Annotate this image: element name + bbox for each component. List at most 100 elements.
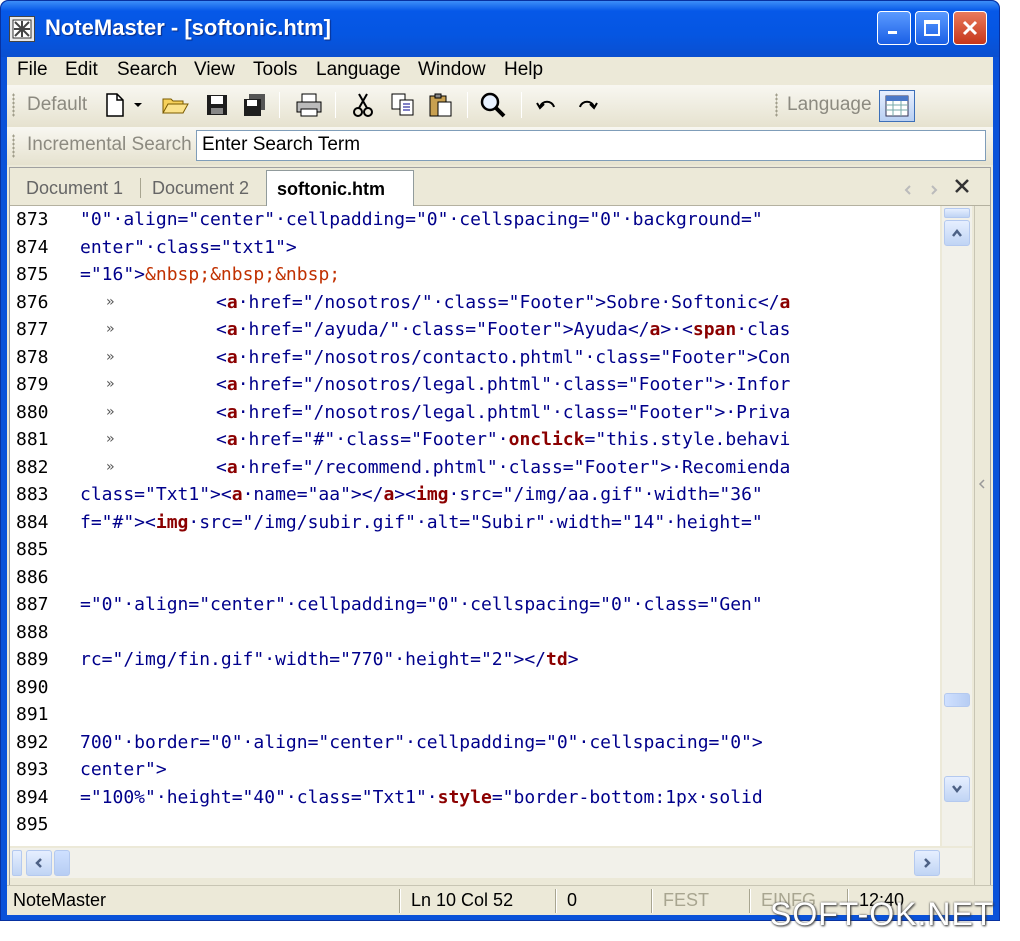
code-line[interactable]: 877 » <a·href="/ayuda/"·class="Footer">Ayu… <box>10 316 940 343</box>
code-line[interactable]: 890 <box>10 674 940 701</box>
tab-scroll-left-button[interactable] <box>902 181 914 200</box>
default-profile-label[interactable]: Default <box>27 94 87 116</box>
line-number: 887 <box>16 594 49 615</box>
line-text: center"> <box>80 759 167 780</box>
tab-marker-icon: » <box>106 321 115 337</box>
cut-button[interactable] <box>349 91 377 119</box>
tab-scroll-right-button[interactable] <box>928 181 940 200</box>
line-number: 883 <box>16 484 49 505</box>
line-text: ="0"·align="center"·cellpadding="0"·cell… <box>80 594 763 615</box>
code-line[interactable]: 893 center"> <box>10 756 940 783</box>
maximize-icon <box>924 20 940 36</box>
code-line[interactable]: 879 » <a·href="/nosotros/legal.phtml"·clas… <box>10 371 940 398</box>
horizontal-scrollbar[interactable] <box>10 848 972 878</box>
toolbar-grip[interactable] <box>12 134 15 158</box>
magnifier-icon <box>480 92 506 118</box>
copy-icon <box>391 93 414 116</box>
menu-tools[interactable]: Tools <box>253 59 297 81</box>
menu-file[interactable]: File <box>17 59 48 81</box>
open-button[interactable] <box>161 91 189 119</box>
language-select-button[interactable] <box>879 90 915 122</box>
tab-marker-icon: » <box>106 293 115 310</box>
title-bar[interactable]: NoteMaster - [softonic.htm] <box>1 1 999 57</box>
code-line[interactable]: 873 "0"·align="center"·cellpadding="0"·ce… <box>10 206 940 233</box>
chevron-right-icon <box>931 185 938 195</box>
code-line[interactable]: 895 <box>10 811 940 838</box>
close-tab-button[interactable] <box>954 178 970 198</box>
undo-button[interactable] <box>533 91 561 119</box>
scroll-thumb[interactable] <box>944 693 970 707</box>
tab-document-1[interactable]: Document 1 <box>26 178 123 199</box>
menu-language[interactable]: Language <box>316 59 401 81</box>
line-number: 894 <box>16 786 49 808</box>
app-window: NoteMaster - [softonic.htm] File Edit Se… <box>0 0 1000 921</box>
code-line[interactable]: 891 <box>10 701 940 728</box>
code-line[interactable]: 881 » <a·href="#"·class="Footer"·onclick="… <box>10 426 940 453</box>
scroll-up-button[interactable] <box>944 220 970 246</box>
code-line[interactable]: 875 ="16">&nbsp;&nbsp;&nbsp; <box>10 261 940 288</box>
line-text: <a·href="/nosotros/legal.phtml"·class="F… <box>216 401 791 423</box>
line-text: ="100%"·height="40"·class="Txt1"·style="… <box>80 786 763 808</box>
code-line[interactable]: 889 rc="/img/fin.gif"·width="770"·height=… <box>10 646 940 673</box>
maximize-button[interactable] <box>915 11 949 45</box>
tab-document-2[interactable]: Document 2 <box>152 178 249 199</box>
line-number: 890 <box>16 676 49 698</box>
new-dropdown-button[interactable] <box>131 91 145 119</box>
code-line[interactable]: 876 » <a·href="/nosotros/"·class="Footer">… <box>10 289 940 316</box>
code-line[interactable]: 886 <box>10 564 940 591</box>
paste-button[interactable] <box>427 91 455 119</box>
code-line[interactable]: 892 700"·border="0"·align="center"·cellpa… <box>10 729 940 756</box>
code-line[interactable]: 885 <box>10 536 940 563</box>
menu-edit[interactable]: Edit <box>65 59 98 81</box>
search-input[interactable]: Enter Search Term <box>196 130 986 161</box>
save-all-button[interactable] <box>241 91 269 119</box>
line-number: 880 <box>16 401 49 423</box>
line-text: <a·href="/nosotros/"·class="Footer">Sobr… <box>216 291 791 313</box>
calendar-grid-icon <box>885 95 909 117</box>
line-text: class="Txt1"><a·name="aa"></a><img·src="… <box>80 484 763 505</box>
print-button[interactable] <box>295 91 323 119</box>
save-button[interactable] <box>203 91 231 119</box>
code-editor[interactable]: 873 "0"·align="center"·cellpadding="0"·ce… <box>10 206 940 846</box>
vertical-scrollbar[interactable] <box>942 206 972 846</box>
code-line[interactable]: 887 ="0"·align="center"·cellpadding="0"·c… <box>10 591 940 618</box>
menu-help[interactable]: Help <box>504 59 543 81</box>
print-icon <box>296 93 322 117</box>
code-line[interactable]: 878 » <a·href="/nosotros/contacto.phtml"·c… <box>10 344 940 371</box>
code-line[interactable]: 874 enter"·class="txt1"> <box>10 234 940 261</box>
code-line[interactable]: 882 » <a·href="/recommend.phtml"·class="Fo… <box>10 454 940 481</box>
line-text: 700"·border="0"·align="center"·cellpaddi… <box>80 731 763 753</box>
language-toolbar-label[interactable]: Language <box>787 94 872 116</box>
line-text: <a·href="#"·class="Footer"·onclick="this… <box>216 429 791 450</box>
close-window-button[interactable] <box>953 11 987 45</box>
menu-search[interactable]: Search <box>117 59 177 81</box>
toolbar-grip[interactable] <box>775 93 778 117</box>
scroll-right-button[interactable] <box>914 850 940 876</box>
copy-button[interactable] <box>389 91 417 119</box>
new-document-button[interactable] <box>101 91 129 119</box>
status-divider <box>555 889 557 913</box>
horizontal-scroll-thumb[interactable] <box>54 850 70 876</box>
code-line[interactable]: 894 ="100%"·height="40"·class="Txt1"·styl… <box>10 784 940 811</box>
scroll-left-button[interactable] <box>26 850 52 876</box>
app-icon[interactable] <box>9 16 35 42</box>
minimize-button[interactable] <box>877 11 911 45</box>
toolbar-grip[interactable] <box>12 93 15 117</box>
menu-view[interactable]: View <box>194 59 235 81</box>
toolbar-separator <box>279 92 280 118</box>
code-line[interactable]: 883 class="Txt1"><a·name="aa"></a><img·sr… <box>10 481 940 508</box>
code-line[interactable]: 884 f="#"><img·src="/img/subir.gif"·alt="… <box>10 509 940 536</box>
redo-button[interactable] <box>573 91 601 119</box>
tab-softonic[interactable]: softonic.htm <box>266 170 414 207</box>
watermark: SOFT-OK.NET <box>770 896 995 932</box>
menu-window[interactable]: Window <box>418 59 486 81</box>
code-line[interactable]: 888 <box>10 619 940 646</box>
find-button[interactable] <box>479 91 507 119</box>
side-panel-splitter[interactable] <box>974 206 990 890</box>
tab-marker-icon: » <box>106 458 115 475</box>
code-line[interactable]: 880 » <a·href="/nosotros/legal.phtml"·clas… <box>10 399 940 426</box>
scroll-down-button[interactable] <box>944 776 970 802</box>
scrollbar-left-stub <box>12 850 22 876</box>
tab-marker-icon: » <box>106 348 115 365</box>
editor-frame: Document 1 Document 2 softonic.htm 873 "0… <box>9 167 991 891</box>
